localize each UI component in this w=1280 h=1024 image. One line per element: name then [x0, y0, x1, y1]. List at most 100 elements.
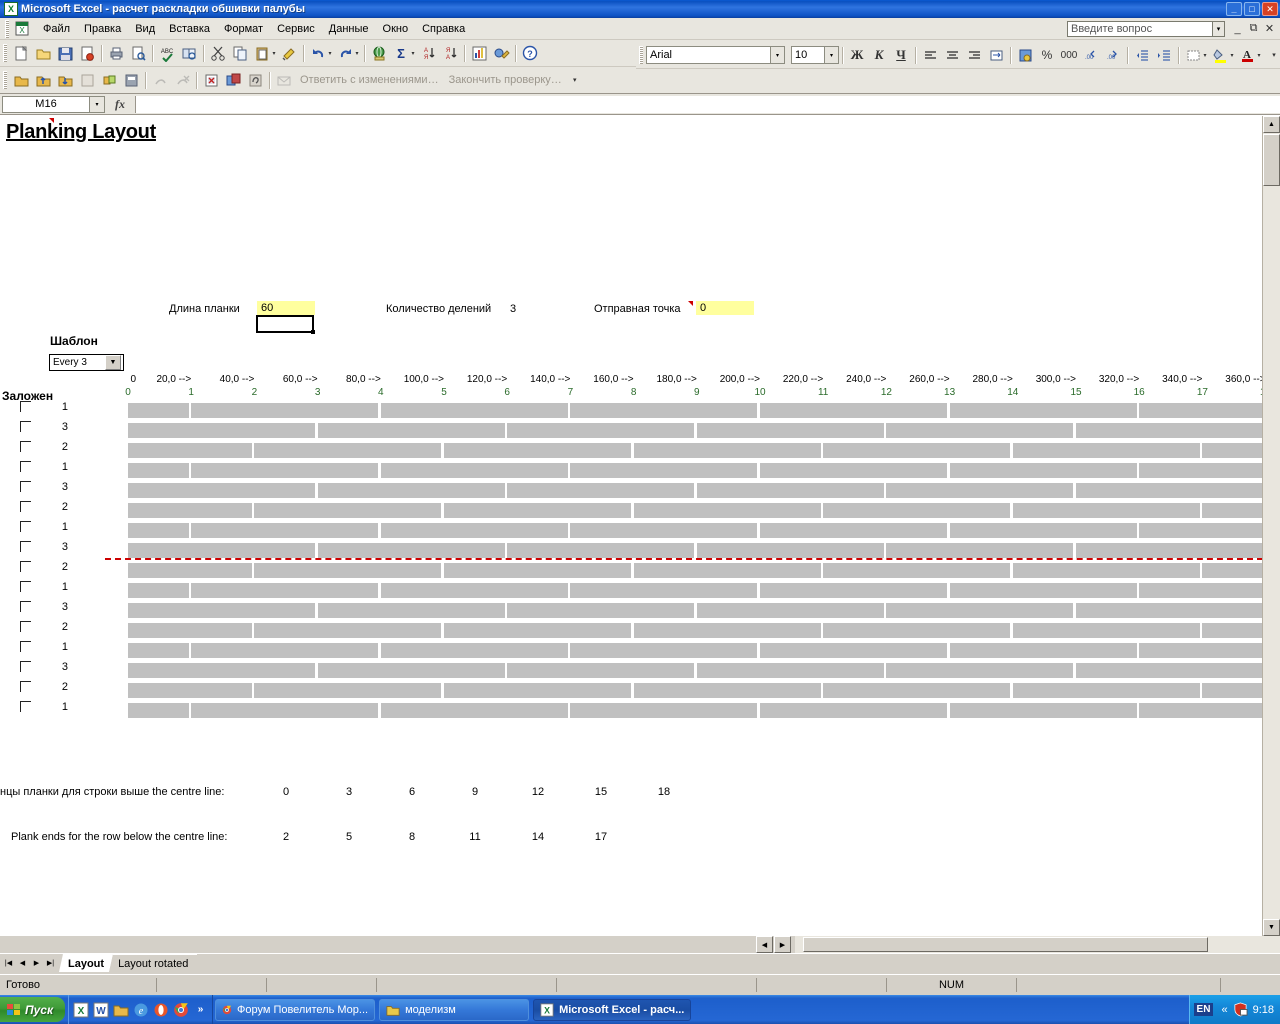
- blank-page-icon[interactable]: [76, 69, 98, 91]
- reject-changes-icon[interactable]: [171, 69, 193, 91]
- increase-decimal-button[interactable]: .00: [1080, 44, 1102, 66]
- doc-close-button[interactable]: ✕: [1263, 22, 1276, 35]
- row-checkbox[interactable]: [20, 581, 31, 592]
- scroll-up-button[interactable]: ▲: [1263, 116, 1280, 133]
- start-point-value[interactable]: 0: [696, 301, 754, 315]
- row-checkbox[interactable]: [20, 401, 31, 412]
- close-button[interactable]: ✕: [1262, 2, 1278, 16]
- shield-icon[interactable]: [1233, 1002, 1248, 1017]
- italic-button[interactable]: К: [868, 44, 890, 66]
- row-checkbox[interactable]: [20, 441, 31, 452]
- menu-item-window[interactable]: Окно: [376, 21, 416, 37]
- selection-fill-handle[interactable]: [311, 330, 315, 334]
- name-box[interactable]: M16: [2, 95, 90, 113]
- spelling-icon[interactable]: ABC: [156, 42, 178, 64]
- vertical-scrollbar[interactable]: ▲ ▼: [1262, 116, 1280, 936]
- divisions-count-value[interactable]: 3: [510, 303, 516, 315]
- formatting-toolbar-options-icon[interactable]: ▾: [1268, 44, 1280, 66]
- taskbar-item-excel[interactable]: X Microsoft Excel - расч...: [533, 998, 692, 1021]
- tray-expand-icon[interactable]: «: [1221, 1004, 1227, 1016]
- fill-color-button[interactable]: [1209, 44, 1231, 66]
- reply-with-changes-label[interactable]: Ответить с изменениями…: [295, 74, 444, 86]
- chrome-ql-icon[interactable]: [172, 1001, 189, 1018]
- track-changes-icon[interactable]: [149, 69, 171, 91]
- excel-ql-icon[interactable]: X: [72, 1001, 89, 1018]
- review-toolbar-grip[interactable]: [3, 71, 7, 89]
- workgroup-icon[interactable]: [120, 69, 142, 91]
- ask-dropdown-icon[interactable]: ▾: [1212, 20, 1225, 37]
- sheet-tab-layout[interactable]: Layout: [59, 954, 113, 972]
- comma-style-button[interactable]: 000: [1058, 44, 1080, 66]
- formatting-toolbar-grip[interactable]: [639, 46, 643, 64]
- scroll-right-button[interactable]: ▶: [774, 936, 791, 953]
- row-checkbox[interactable]: [20, 521, 31, 532]
- end-review-label[interactable]: Закончить проверку…: [444, 74, 567, 86]
- sheet-tab-layout-rotated[interactable]: Layout rotated: [109, 954, 197, 972]
- minimize-button[interactable]: _: [1226, 2, 1242, 16]
- decrease-indent-button[interactable]: [1131, 44, 1153, 66]
- menu-item-help[interactable]: Справка: [415, 21, 472, 37]
- percent-button[interactable]: %: [1036, 44, 1058, 66]
- menu-item-view[interactable]: Вид: [128, 21, 162, 37]
- row-checkbox[interactable]: [20, 561, 31, 572]
- sort-descending-icon[interactable]: ЯA: [439, 42, 461, 64]
- next-sheet-button[interactable]: ▶: [30, 956, 43, 971]
- help-icon[interactable]: ?: [519, 42, 541, 64]
- selected-cell-box[interactable]: [256, 315, 314, 333]
- save-icon[interactable]: [54, 42, 76, 64]
- last-sheet-button[interactable]: ▶|: [44, 956, 57, 971]
- opera-ql-icon[interactable]: [152, 1001, 169, 1018]
- ask-a-question-input[interactable]: Введите вопрос: [1067, 20, 1212, 37]
- menu-item-edit[interactable]: Правка: [77, 21, 128, 37]
- copy-icon[interactable]: [229, 42, 251, 64]
- first-sheet-button[interactable]: |◀: [2, 956, 15, 971]
- chart-wizard-icon[interactable]: [468, 42, 490, 64]
- doc-restore-button[interactable]: ⧉: [1247, 22, 1260, 35]
- start-point-comment-marker[interactable]: [688, 301, 693, 306]
- print-preview-icon[interactable]: [127, 42, 149, 64]
- clock[interactable]: 9:18: [1253, 1004, 1274, 1016]
- research-icon[interactable]: [178, 42, 200, 64]
- menu-grip[interactable]: [5, 19, 9, 38]
- paste-icon[interactable]: [251, 42, 273, 64]
- menu-item-format[interactable]: Формат: [217, 21, 270, 37]
- row-checkbox[interactable]: [20, 541, 31, 552]
- language-indicator[interactable]: EN: [1193, 1003, 1214, 1016]
- refresh-icon[interactable]: [98, 69, 120, 91]
- currency-button[interactable]: [1014, 44, 1036, 66]
- font-color-button[interactable]: A: [1236, 44, 1258, 66]
- prev-sheet-button[interactable]: ◀: [16, 956, 29, 971]
- standard-toolbar-grip[interactable]: [3, 44, 7, 62]
- font-name-dropdown-icon[interactable]: ▾: [771, 46, 785, 64]
- taskbar-item-forum[interactable]: Форум Повелитель Мор...: [215, 998, 376, 1021]
- format-painter-icon[interactable]: [278, 42, 300, 64]
- new-icon[interactable]: [10, 42, 32, 64]
- row-checkbox[interactable]: [20, 461, 31, 472]
- align-right-button[interactable]: [963, 44, 985, 66]
- quick-launch-overflow-icon[interactable]: »: [192, 1001, 209, 1018]
- vertical-scroll-thumb[interactable]: [1263, 134, 1280, 186]
- open-icon[interactable]: [32, 42, 54, 64]
- row-checkbox[interactable]: [20, 641, 31, 652]
- worksheet-canvas[interactable]: Planking Layout Длина планки 60 Количест…: [0, 116, 1263, 936]
- start-button[interactable]: Пуск: [0, 997, 66, 1022]
- new-comment-icon[interactable]: [200, 69, 222, 91]
- review-toolbar-options-icon[interactable]: ▾: [569, 69, 581, 91]
- download-icon[interactable]: [54, 69, 76, 91]
- taskbar-item-modelizm[interactable]: моделизм: [379, 998, 530, 1021]
- word-ql-icon[interactable]: W: [92, 1001, 109, 1018]
- ie-ql-icon[interactable]: e: [132, 1001, 149, 1018]
- row-checkbox[interactable]: [20, 421, 31, 432]
- formula-input[interactable]: [135, 95, 1280, 113]
- merge-and-center-button[interactable]: [985, 44, 1007, 66]
- sort-ascending-icon[interactable]: AЯ: [417, 42, 439, 64]
- underline-button[interactable]: Ч: [890, 44, 912, 66]
- row-checkbox[interactable]: [20, 621, 31, 632]
- doc-minimize-button[interactable]: _: [1231, 23, 1244, 35]
- row-checkbox[interactable]: [20, 701, 31, 712]
- template-select-arrow-icon[interactable]: ▼: [105, 355, 121, 370]
- menu-item-file[interactable]: Файл: [36, 21, 77, 37]
- row-checkbox[interactable]: [20, 481, 31, 492]
- attach-icon[interactable]: [244, 69, 266, 91]
- horizontal-scroll-thumb[interactable]: [803, 937, 1208, 952]
